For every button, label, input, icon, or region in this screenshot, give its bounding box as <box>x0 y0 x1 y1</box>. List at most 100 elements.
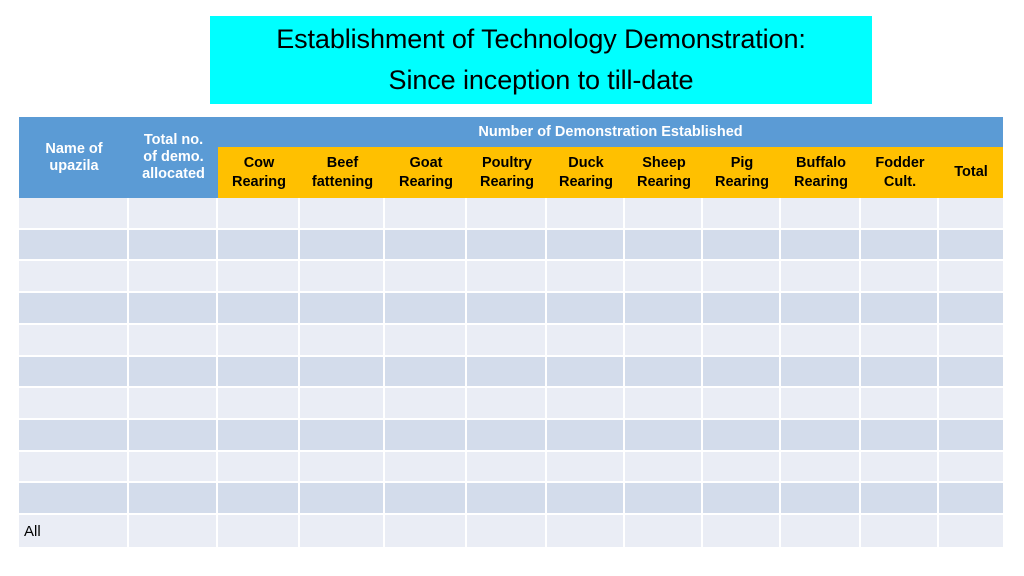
table-cell[interactable] <box>129 420 218 452</box>
table-cell[interactable] <box>385 293 467 325</box>
table-cell[interactable] <box>385 388 467 421</box>
table-cell[interactable] <box>781 451 861 484</box>
table-cell[interactable] <box>300 515 385 547</box>
table-cell[interactable] <box>19 388 129 421</box>
table-cell[interactable] <box>703 198 781 230</box>
table-cell[interactable] <box>300 483 385 516</box>
table-cell[interactable] <box>547 198 625 230</box>
table-cell[interactable] <box>467 229 547 262</box>
table-cell[interactable] <box>861 388 939 421</box>
table-cell[interactable] <box>547 229 625 262</box>
table-cell[interactable] <box>861 515 939 547</box>
table-cell[interactable] <box>129 198 218 230</box>
table-row[interactable] <box>19 229 1004 262</box>
table-cell[interactable] <box>703 388 781 421</box>
table-cell[interactable] <box>781 356 861 389</box>
table-cell[interactable] <box>625 451 703 484</box>
table-cell[interactable] <box>218 420 300 452</box>
table-cell[interactable] <box>625 356 703 389</box>
table-cell[interactable] <box>218 293 300 325</box>
table-cell[interactable] <box>781 293 861 325</box>
table-row[interactable] <box>19 261 1004 294</box>
table-cell[interactable] <box>218 324 300 357</box>
table-cell[interactable] <box>781 229 861 262</box>
table-cell[interactable] <box>703 515 781 547</box>
table-cell[interactable] <box>300 420 385 452</box>
table-cell[interactable] <box>703 356 781 389</box>
table-cell[interactable] <box>19 198 129 230</box>
table-cell[interactable] <box>703 451 781 484</box>
table-cell[interactable] <box>385 515 467 547</box>
table-cell[interactable] <box>467 515 547 547</box>
table-cell[interactable] <box>19 324 129 357</box>
table-cell[interactable] <box>19 293 129 325</box>
table-cell[interactable] <box>218 229 300 262</box>
table-cell[interactable] <box>703 293 781 325</box>
table-cell[interactable] <box>625 324 703 357</box>
table-cell[interactable] <box>939 515 1004 547</box>
table-cell[interactable] <box>861 261 939 294</box>
table-cell[interactable] <box>861 293 939 325</box>
table-cell[interactable] <box>385 356 467 389</box>
table-cell[interactable] <box>467 261 547 294</box>
table-cell[interactable] <box>467 420 547 452</box>
table-cell[interactable] <box>861 324 939 357</box>
table-cell[interactable] <box>781 515 861 547</box>
table-cell[interactable] <box>19 483 129 516</box>
table-cell[interactable] <box>300 356 385 389</box>
table-cell[interactable] <box>939 198 1004 230</box>
table-cell[interactable] <box>129 229 218 262</box>
table-cell[interactable] <box>861 483 939 516</box>
table-row[interactable] <box>19 356 1004 389</box>
table-cell[interactable] <box>861 229 939 262</box>
table-cell[interactable] <box>781 483 861 516</box>
table-cell[interactable] <box>300 293 385 325</box>
table-row[interactable] <box>19 420 1004 452</box>
table-cell[interactable] <box>385 324 467 357</box>
table-cell[interactable] <box>625 293 703 325</box>
table-cell[interactable] <box>939 420 1004 452</box>
table-row[interactable] <box>19 483 1004 516</box>
table-cell[interactable] <box>939 229 1004 262</box>
table-cell[interactable] <box>547 483 625 516</box>
table-cell[interactable] <box>385 261 467 294</box>
table-cell[interactable] <box>300 198 385 230</box>
table-cell[interactable] <box>939 356 1004 389</box>
table-cell[interactable] <box>467 324 547 357</box>
table-cell[interactable] <box>385 483 467 516</box>
table-cell[interactable] <box>703 261 781 294</box>
table-cell[interactable] <box>467 483 547 516</box>
table-cell[interactable] <box>300 229 385 262</box>
table-row[interactable] <box>19 388 1004 421</box>
table-cell[interactable] <box>625 483 703 516</box>
table-cell[interactable] <box>300 388 385 421</box>
table-cell[interactable] <box>547 356 625 389</box>
table-cell[interactable] <box>861 356 939 389</box>
table-cell[interactable] <box>939 324 1004 357</box>
table-cell[interactable]: All <box>19 515 129 547</box>
table-cell[interactable] <box>385 420 467 452</box>
table-cell[interactable] <box>218 356 300 389</box>
table-cell[interactable] <box>129 451 218 484</box>
table-cell[interactable] <box>129 388 218 421</box>
table-cell[interactable] <box>467 293 547 325</box>
table-cell[interactable] <box>218 261 300 294</box>
table-cell[interactable] <box>939 483 1004 516</box>
table-cell[interactable] <box>385 198 467 230</box>
table-cell[interactable] <box>19 229 129 262</box>
table-cell[interactable] <box>129 515 218 547</box>
table-cell[interactable] <box>467 356 547 389</box>
table-cell[interactable] <box>218 388 300 421</box>
table-cell[interactable] <box>300 324 385 357</box>
table-cell[interactable] <box>129 261 218 294</box>
table-cell[interactable] <box>300 451 385 484</box>
table-cell[interactable] <box>939 261 1004 294</box>
table-cell[interactable] <box>703 420 781 452</box>
table-cell[interactable] <box>547 388 625 421</box>
table-cell[interactable] <box>218 451 300 484</box>
table-cell[interactable] <box>625 198 703 230</box>
table-row[interactable] <box>19 198 1004 230</box>
table-cell[interactable] <box>547 293 625 325</box>
table-cell[interactable] <box>129 483 218 516</box>
table-cell[interactable] <box>781 261 861 294</box>
